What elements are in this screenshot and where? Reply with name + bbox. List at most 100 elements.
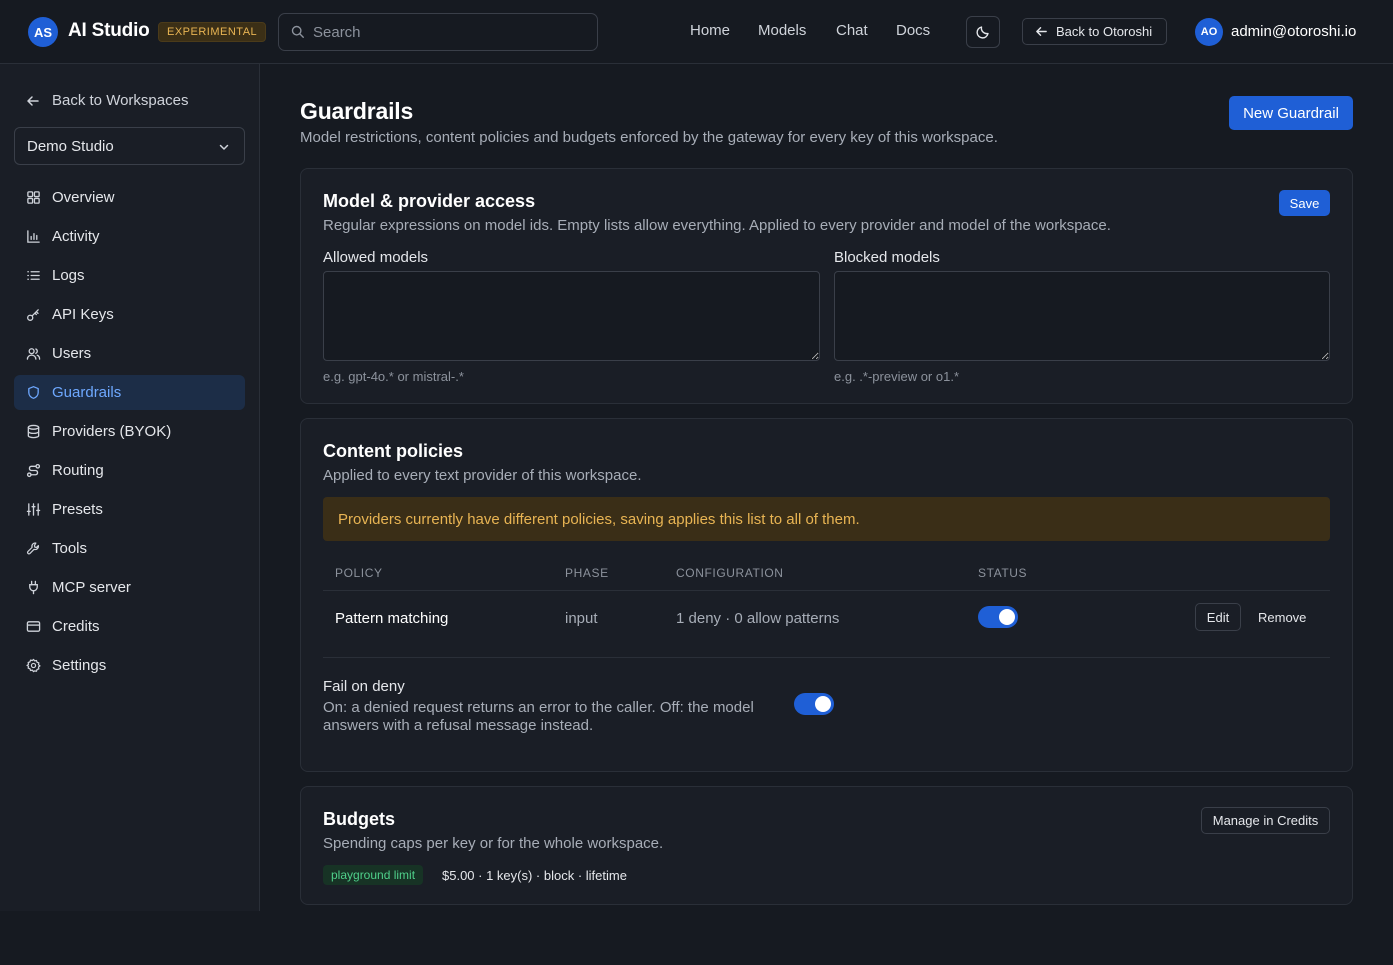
search-input[interactable] (313, 14, 583, 50)
workspace-name: Demo Studio (27, 137, 114, 155)
chevron-down-icon (219, 144, 229, 150)
search-box[interactable] (278, 13, 598, 51)
column-header-status: STATUS (978, 566, 1028, 580)
sidebar-item-api-keys[interactable]: API Keys (14, 297, 245, 332)
search-icon (291, 25, 304, 38)
sidebar-item-label: Settings (52, 657, 107, 674)
sliders-icon (26, 503, 41, 516)
users-icon (26, 348, 41, 360)
fail-on-deny-label: Fail on deny (323, 678, 405, 695)
column-header-policy: POLICY (335, 566, 383, 580)
budget-tag: playground limit (323, 865, 424, 885)
content-policies-subtitle: Applied to every text provider of this w… (323, 467, 642, 484)
budgets-subtitle: Spending caps per key or for the whole w… (323, 835, 664, 852)
budget-detail: $5.00 · 1 key(s) · block · lifetime (442, 868, 627, 883)
gear-icon (26, 658, 41, 673)
list-icon (27, 271, 40, 280)
sidebar-item-routing[interactable]: Routing (14, 453, 245, 488)
sidebar-item-label: Overview (52, 189, 115, 206)
back-to-otoroshi-label: Back to Otoroshi (1056, 24, 1153, 39)
column-header-configuration: CONFIGURATION (676, 566, 784, 580)
credit-card-icon (26, 621, 41, 632)
edit-policy-button[interactable]: Edit (1195, 603, 1241, 631)
save-button[interactable]: Save (1279, 190, 1330, 216)
blocked-models-field[interactable] (834, 271, 1330, 361)
content-policies-title: Content policies (323, 441, 464, 461)
workspace-select[interactable]: Demo Studio (14, 127, 245, 165)
budgets-title: Budgets (323, 809, 395, 829)
back-to-workspaces-label: Back to Workspaces (52, 92, 189, 109)
sidebar-item-label: Logs (52, 267, 85, 284)
plug-icon (29, 580, 38, 595)
page-subtitle: Model restrictions, content policies and… (300, 129, 998, 146)
new-guardrail-button[interactable]: New Guardrail (1229, 96, 1353, 130)
sidebar-item-label: Activity (52, 228, 100, 245)
sidebar-item-mcp-server[interactable]: MCP server (14, 570, 245, 605)
remove-policy-button[interactable]: Remove (1258, 610, 1306, 625)
back-to-workspaces-link[interactable]: Back to Workspaces (26, 92, 188, 109)
avatar[interactable]: AO (1195, 18, 1223, 46)
key-icon (27, 309, 39, 321)
allowed-models-label: Allowed models (323, 249, 429, 266)
policy-name: Pattern matching (335, 610, 449, 627)
nav-chat[interactable]: Chat (836, 22, 868, 39)
shield-icon (28, 386, 39, 399)
blocked-models-label: Blocked models (834, 249, 940, 266)
policy-status-toggle[interactable] (978, 606, 1018, 628)
arrow-left-icon (27, 95, 39, 106)
route-icon (26, 463, 41, 478)
sidebar-item-presets[interactable]: Presets (14, 492, 245, 527)
database-icon (27, 424, 40, 439)
nav-home[interactable]: Home (690, 22, 730, 39)
experimental-badge: EXPERIMENTAL (158, 22, 267, 42)
sidebar-item-label: Presets (52, 501, 103, 518)
policy-phase: input (565, 610, 598, 627)
column-header-phase: PHASE (565, 566, 609, 580)
sidebar-item-label: API Keys (52, 306, 114, 323)
sidebar-item-logs[interactable]: Logs (14, 258, 245, 293)
sidebar-item-activity[interactable]: Activity (14, 219, 245, 254)
nav-models[interactable]: Models (758, 22, 806, 39)
page-title: Guardrails (300, 98, 414, 124)
sidebar-item-overview[interactable]: Overview (14, 180, 245, 215)
sidebar-item-guardrails[interactable]: Guardrails (14, 375, 245, 410)
content-policies-card: Content policies Applied to every text p… (300, 418, 1353, 772)
fail-on-deny-toggle[interactable] (794, 693, 834, 715)
app-name[interactable]: AI Studio (68, 20, 150, 42)
model-access-card: Model & provider access Regular expressi… (300, 168, 1353, 404)
back-to-otoroshi-button[interactable]: Back to Otoroshi (1022, 18, 1167, 45)
moon-icon (976, 26, 989, 39)
policy-warning-banner: Providers currently have different polic… (323, 497, 1330, 541)
arrow-left-icon (1036, 27, 1047, 36)
bar-chart-icon (27, 230, 40, 243)
allowed-models-field[interactable] (323, 271, 820, 361)
sidebar-item-providers[interactable]: Providers (BYOK) (14, 414, 245, 449)
sidebar-item-label: Tools (52, 540, 88, 557)
toggle-knob (815, 696, 831, 712)
fail-on-deny-description: On: a denied request returns an error to… (323, 699, 754, 734)
sidebar-item-credits[interactable]: Credits (14, 609, 245, 644)
table-row-divider (323, 657, 1330, 658)
allowed-models-hint: e.g. gpt-4o.* or mistral-.* (323, 369, 464, 384)
toggle-knob (999, 609, 1015, 625)
wrench-icon (27, 542, 39, 555)
grid-icon (27, 191, 40, 204)
sidebar-item-users[interactable]: Users (14, 336, 245, 371)
policy-configuration: 1 deny · 0 allow patterns (676, 610, 840, 627)
theme-toggle-button[interactable] (966, 16, 1000, 48)
sidebar-item-tools[interactable]: Tools (14, 531, 245, 566)
sidebar-item-label: Guardrails (52, 384, 122, 401)
manage-in-credits-button[interactable]: Manage in Credits (1201, 807, 1330, 834)
sidebar-item-label: MCP server (52, 579, 131, 596)
sidebar-item-label: Users (52, 345, 92, 362)
sidebar-item-settings[interactable]: Settings (14, 648, 245, 683)
sidebar-item-label: Providers (BYOK) (52, 423, 172, 440)
budgets-card: Budgets Spending caps per key or for the… (300, 786, 1353, 905)
blocked-models-hint: e.g. .*-preview or o1.* (834, 369, 960, 384)
logo-badge[interactable]: AS (28, 17, 58, 47)
user-email[interactable]: admin@otoroshi.io (1231, 23, 1356, 40)
top-bar: AS AI Studio EXPERIMENTAL Home Models Ch… (0, 0, 1393, 64)
sidebar-item-label: Routing (52, 462, 104, 479)
model-access-subtitle: Regular expressions on model ids. Empty … (323, 217, 1111, 234)
nav-docs[interactable]: Docs (896, 22, 930, 39)
